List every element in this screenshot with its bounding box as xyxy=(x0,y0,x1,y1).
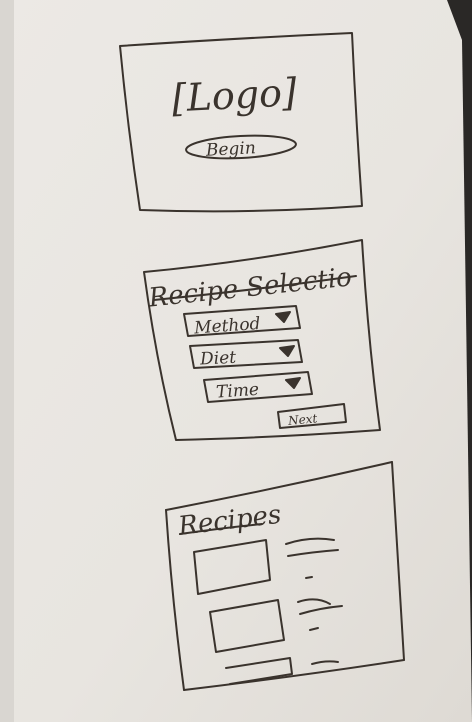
begin-label: Begin xyxy=(204,138,256,161)
sketch-photo: [Logo] Begin Recipe Selectio Method Diet… xyxy=(0,0,472,722)
photo-scene: [Logo] Begin Recipe Selectio Method Diet… xyxy=(0,0,472,722)
dropdown-diet-label: Diet xyxy=(199,348,237,370)
left-edge-shadow xyxy=(0,0,14,722)
next-label: Next xyxy=(287,411,318,428)
dropdown-time-label: Time xyxy=(215,380,259,403)
recipe-text-line xyxy=(305,576,313,579)
logo-text: [Logo] xyxy=(171,70,298,120)
